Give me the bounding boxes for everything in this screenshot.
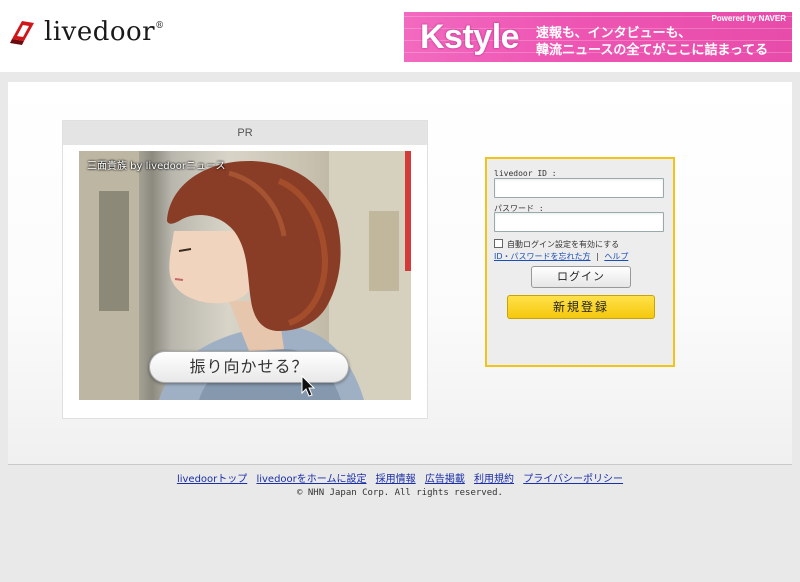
- banner-brand: Kstyle: [420, 18, 520, 56]
- footer-link-careers[interactable]: 採用情報: [376, 474, 416, 485]
- banner-powered-by: Powered by NAVER: [711, 14, 786, 23]
- login-button[interactable]: ログイン: [531, 266, 631, 288]
- copyright-text: © NHN Japan Corp. All rights reserved.: [297, 488, 503, 498]
- livedoor-id-input[interactable]: [494, 178, 664, 198]
- pr-box: PR 三面貴族 by livedoorニュース 振り向かせる？: [62, 120, 428, 419]
- pr-caption: 三面貴族 by livedoorニュース: [87, 161, 226, 172]
- footer-links: livedoorトップ livedoorをホームに設定 採用情報 広告掲載 利用…: [0, 470, 800, 485]
- link-separator: |: [596, 252, 599, 261]
- kstyle-ad-banner[interactable]: Kstyle Powered by NAVER 速報も、インタビューも、 韓流ニ…: [404, 12, 792, 62]
- login-form: livedoor ID : パスワード : 自動ログイン設定を有効にする ID・…: [485, 157, 675, 367]
- footer-link-livedoor-top[interactable]: livedoorトップ: [177, 474, 247, 485]
- livedoor-logo[interactable]: livedoor®: [8, 14, 165, 50]
- password-input[interactable]: [494, 212, 664, 232]
- footer-link-set-homepage[interactable]: livedoorをホームに設定: [256, 474, 366, 485]
- id-label: livedoor ID :: [494, 169, 557, 178]
- auto-login-row: 自動ログイン設定を有効にする: [494, 237, 619, 250]
- mouse-cursor-icon: [301, 375, 315, 397]
- register-button[interactable]: 新規登録: [507, 295, 655, 319]
- auto-login-checkbox[interactable]: [494, 239, 503, 248]
- pr-ad-image[interactable]: 三面貴族 by livedoorニュース 振り向かせる？: [79, 151, 411, 400]
- footer-link-terms[interactable]: 利用規約: [474, 474, 514, 485]
- help-link[interactable]: ヘルプ: [604, 252, 628, 261]
- site-header: livedoor® Kstyle Powered by NAVER 速報も、イン…: [0, 0, 800, 72]
- livedoor-logo-icon: [10, 21, 34, 45]
- pr-cta-button[interactable]: 振り向かせる？: [149, 351, 349, 383]
- banner-tagline-2: 韓流ニュースの全てがここに詰まってる: [536, 43, 769, 58]
- footer-link-privacy[interactable]: プライバシーポリシー: [523, 474, 623, 485]
- footer-link-advertising[interactable]: 広告掲載: [425, 474, 465, 485]
- logo-wordmark: livedoor®: [44, 17, 165, 47]
- footer-divider: [8, 464, 792, 465]
- auto-login-label: 自動ログイン設定を有効にする: [507, 240, 620, 249]
- forgot-credentials-link[interactable]: ID・パスワードを忘れた方: [494, 252, 591, 261]
- pr-heading: PR: [63, 121, 427, 145]
- help-links-row: ID・パスワードを忘れた方 | ヘルプ: [494, 251, 628, 262]
